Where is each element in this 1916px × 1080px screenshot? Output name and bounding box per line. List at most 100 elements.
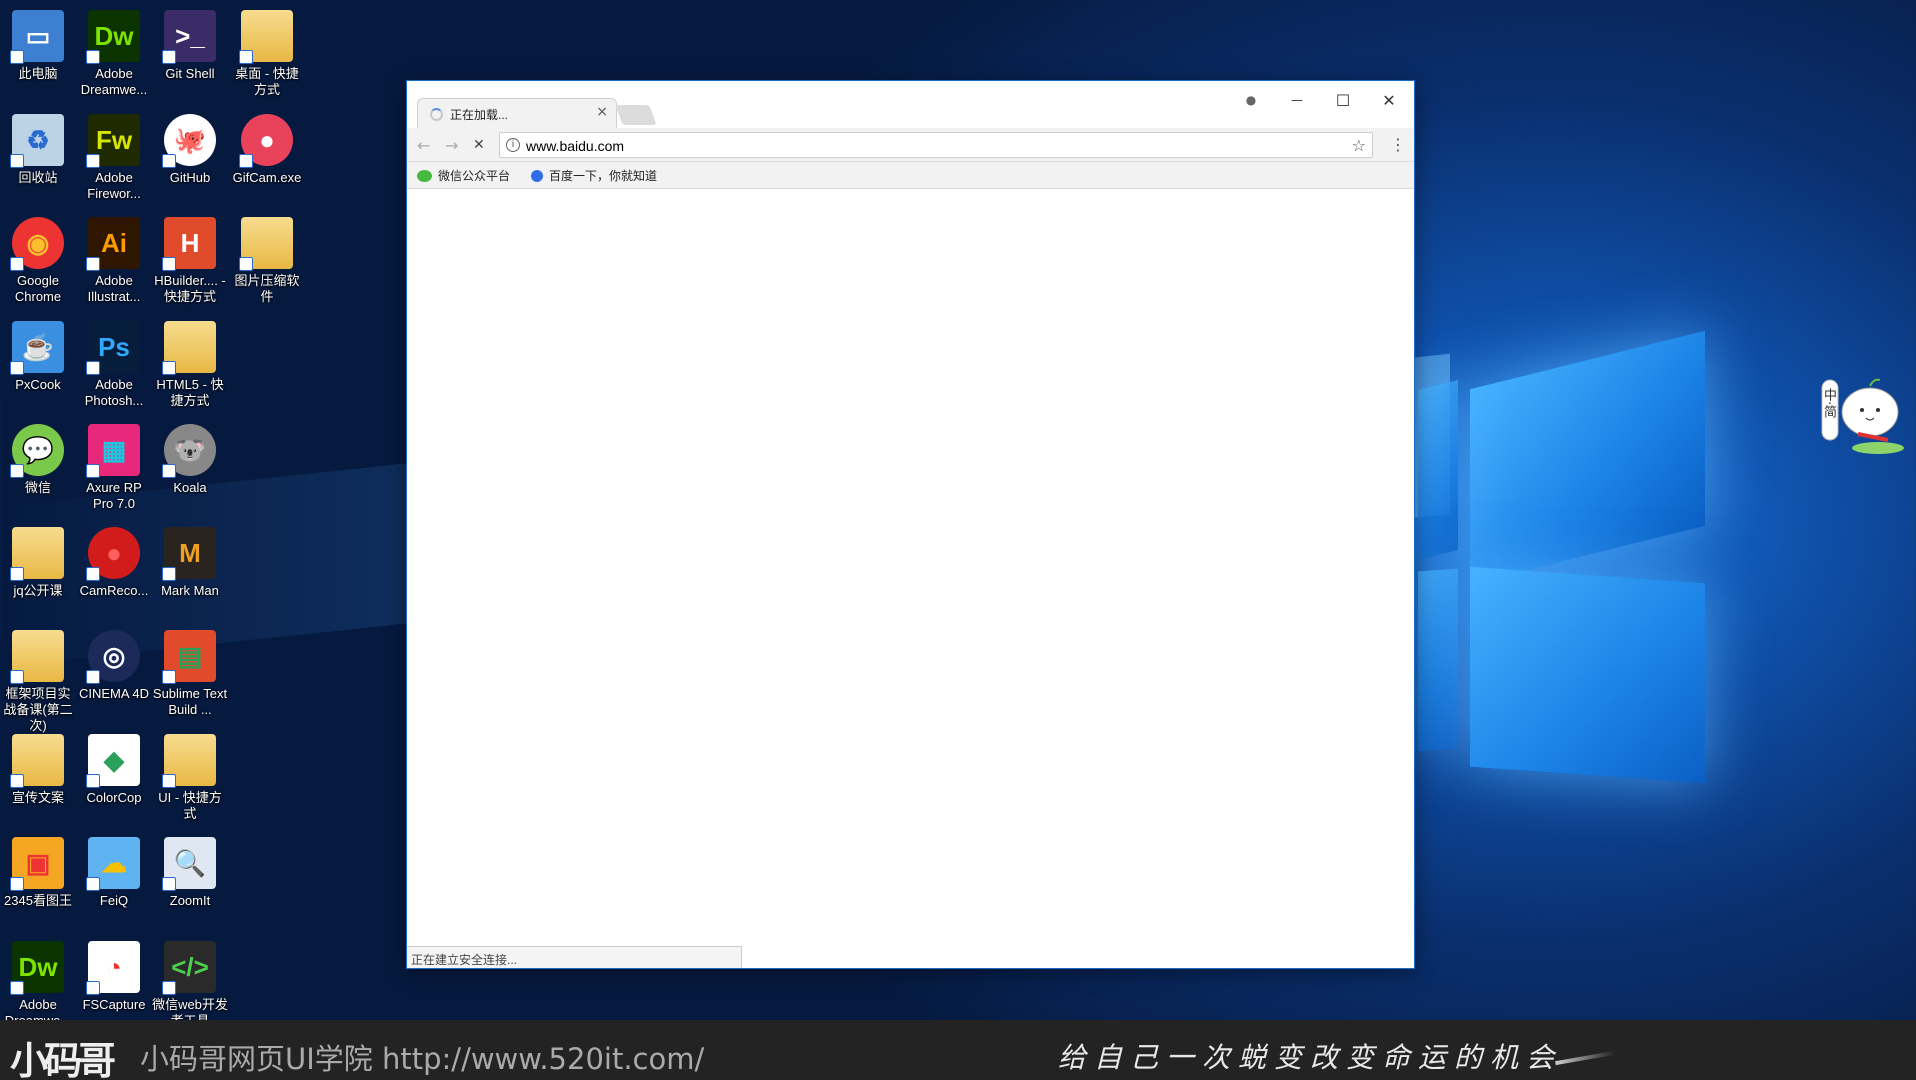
maximize-button[interactable]: ☐ [1321,85,1365,115]
app-icon: H [162,217,216,271]
bookmark-baidu[interactable]: 百度一下，你就知道 [531,167,657,184]
desktop-icon[interactable]: >_ Git Shell [152,4,228,104]
app-icon: Fw [86,114,140,168]
info-icon[interactable]: i [506,138,520,152]
desktop-icon[interactable]: </>微信web开发者工具 [152,935,228,1020]
desktop-icon[interactable]: Ai Adobe Illustrat... [76,211,152,311]
brand-logo: 小码哥 [10,1038,116,1080]
desktop-icon[interactable]: Ps Adobe Photosh... [76,315,152,415]
desktop-icon[interactable]: ☕ PxCook [0,315,76,415]
desktop-icon-label: 图片压缩软件 [234,273,300,304]
desktop-icon-label: Adobe Illustrat... [87,273,141,304]
bookmark-star-icon[interactable]: ☆ [1352,136,1366,155]
desktop-icon[interactable]: ● CamReco... [76,521,152,621]
forward-button[interactable]: → [445,136,458,155]
app-icon: Ps [86,321,140,375]
desktop-icon[interactable]: ▤ Sublime Text Build ... [152,624,228,724]
desktop-icon[interactable]: UI - 快捷方式 [152,728,228,828]
bookmark-label: 微信公众平台 [438,169,511,183]
app-icon: Dw [10,941,64,995]
desktop-icon[interactable]: ◆ ColorCop [76,728,152,828]
app-icon: Ai [86,217,140,271]
desktop-icon[interactable]: ◔ FSCapture [76,935,152,1020]
desktop-icon[interactable]: 框架项目实战备课(第二次) [0,624,76,733]
close-button[interactable]: ✕ [1367,85,1411,115]
desktop-icon[interactable]: DwAdobe Dreamwe... [76,4,152,104]
app-icon: ☁ [86,837,140,891]
desktop-icon[interactable]: jq公开课 [0,521,76,621]
desktop-icon[interactable]: 图片压缩软件 [229,211,305,311]
app-icon: ◎ [86,630,140,684]
user-profile-icon[interactable]: ● [1229,85,1273,115]
desktop-icon-label: HBuilder.... - 快捷方式 [154,273,226,304]
desktop-icon-label: Axure RP Pro 7.0 [86,480,142,511]
desktop-icon[interactable]: 🔍 ZoomIt [152,831,228,931]
desktop-icon[interactable]: HTML5 - 快捷方式 [152,315,228,415]
title-bar[interactable]: 正在加载... × ● — ☐ ✕ [407,81,1414,128]
stop-loading-button[interactable]: ✕ [473,137,485,153]
desktop-icon[interactable]: 🐙 GitHub [152,108,228,208]
baidu-paw-icon [531,169,543,182]
brush-stroke [1555,1050,1615,1066]
folder-icon [10,630,64,684]
desktop-icon-label: 回收站 [18,170,58,185]
desktop-icon[interactable]: 桌面 - 快捷方式 [229,4,305,104]
desktop-icon-grid: ▭ 此电脑 ♻ 回收站 ◉ Google Chrome ☕ PxCook 💬 微信 jq公开课框架项… [0,0,310,1020]
desktop-icon[interactable]: Fw Adobe Firewor... [76,108,152,208]
folder-icon [162,321,216,375]
desktop-icon-label: CamReco... [79,583,149,598]
back-button[interactable]: ← [417,136,430,155]
desktop-icon-label: 微信web开发者工具 [152,997,228,1020]
desktop-icon[interactable]: ● GifCam.exe [229,108,305,208]
folder-icon [162,734,216,788]
minimize-button[interactable]: — [1275,85,1319,115]
school-name: 小码哥网页UI学院 http://www.520it.com/ [140,1042,705,1076]
desktop-icon[interactable]: ☁ FeiQ [76,831,152,931]
tab-title: 正在加载... [450,108,509,122]
chrome-menu-button[interactable]: ⋮ [1390,135,1406,154]
desktop-icon[interactable]: ◎ CINEMA 4D [76,624,152,724]
desktop-icon-label: Koala [173,480,207,495]
desktop-icon[interactable]: ▣ 2345看图王 [0,831,76,931]
app-icon: ● [239,114,293,168]
desktop-icon[interactable]: DwAdobe Dreamwe... [0,935,76,1020]
desktop-icon[interactable]: ◉ Google Chrome [0,211,76,311]
desktop-icon[interactable]: ♻ 回收站 [0,108,76,208]
bookmark-wechat-mp[interactable]: 微信公众平台 [417,167,510,184]
address-bar[interactable]: i ☆ [499,132,1373,158]
tab-close-icon[interactable]: × [596,104,608,120]
app-icon: ▭ [10,10,64,64]
app-icon: 💬 [10,424,64,478]
desktop-icon-label: 此电脑 [18,66,58,81]
tab-loading[interactable]: 正在加载... × [417,98,617,128]
folder-icon [10,527,64,581]
desktop-icon-label: 桌面 - 快捷方式 [235,66,299,97]
desktop-icon[interactable]: 宣传文案 [0,728,76,828]
desktop-icon[interactable]: 🐨 Koala [152,418,228,518]
app-icon: ▣ [10,837,64,891]
app-icon: 🐨 [162,424,216,478]
desktop-icon[interactable]: ▭ 此电脑 [0,4,76,104]
desktop-icon-label: HTML5 - 快捷方式 [156,377,224,408]
desktop-icon[interactable]: H HBuilder.... - 快捷方式 [152,211,228,311]
app-icon: ◆ [86,734,140,788]
desktop-icon[interactable]: 💬 微信 [0,418,76,518]
desktop-icon-label: 框架项目实战备课(第二次) [3,686,73,733]
desktop-icon-label: GitHub [169,170,211,185]
chrome-window[interactable]: 正在加载... × ● — ☐ ✕ ← → ✕ i ☆ ⋮ 微信公众平台 [406,80,1415,969]
app-icon: >_ [162,10,216,64]
app-icon: 🔍 [162,837,216,891]
desktop-icon-label: UI - 快捷方式 [158,790,222,821]
url-input[interactable] [526,136,1326,155]
desktop-icon-label: ColorCop [86,790,142,805]
app-icon: </> [162,941,216,995]
desktop-icon[interactable]: M Mark Man [152,521,228,621]
status-bubble: 正在建立安全连接... [407,946,742,968]
new-tab-button[interactable] [615,105,657,125]
desktop-icon-label: Sublime Text Build ... [152,686,228,717]
desktop-icon[interactable]: ▦ Axure RP Pro 7.0 [76,418,152,518]
slogan: 给自己一次蜕变改变命运的机会 [1058,1041,1563,1074]
mascot-widget[interactable]: 中·简 [1818,360,1910,460]
windows-logo-pane-tr [1418,380,1458,560]
bookmarks-bar: 微信公众平台 百度一下，你就知道 [407,162,1414,189]
